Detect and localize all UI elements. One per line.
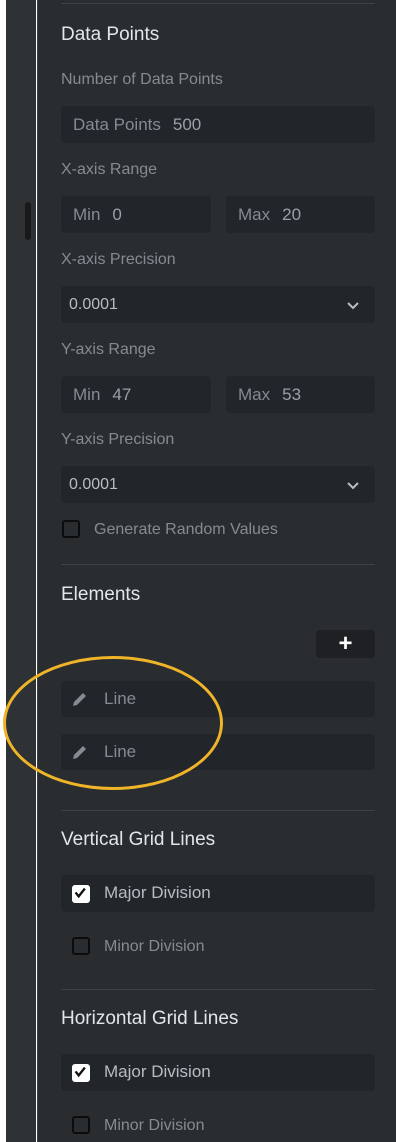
x-axis-precision-label: X-axis Precision [61,251,176,268]
element-item-line[interactable]: Line [61,681,375,717]
chevron-down-icon [347,302,359,310]
data-points-input-label: Data Points [73,114,161,134]
x-precision-value: 0.0001 [69,295,118,313]
vertical-minor-division-label: Minor Division [104,938,205,955]
section-title-elements: Elements [61,584,141,605]
x-max-value: 20 [282,204,302,224]
horizontal-major-division-label: Major Division [104,1062,211,1081]
left-rail [6,0,36,1142]
checkmark-icon [74,887,86,899]
divider [61,564,375,565]
horizontal-major-division-row[interactable]: Major Division [61,1054,375,1091]
element-item-line[interactable]: Line [61,734,375,770]
element-item-label: Line [104,689,137,708]
divider [61,3,375,4]
y-axis-range-label: Y-axis Range [61,341,156,358]
element-item-label: Line [104,742,137,761]
plus-icon: + [338,630,353,657]
x-min-label: Min [73,204,101,224]
y-min-label: Min [73,384,101,404]
chevron-down-icon [347,482,359,490]
x-min-value: 0 [112,204,122,224]
vertical-major-division-checkbox[interactable] [72,885,90,903]
divider [61,810,375,811]
vertical-major-division-row[interactable]: Major Division [61,875,375,912]
y-axis-precision-label: Y-axis Precision [61,431,175,448]
y-min-input[interactable]: Min 47 [61,376,211,413]
horizontal-minor-division-label: Minor Division [104,1117,205,1134]
vertical-minor-division-checkbox[interactable] [72,937,90,955]
generate-random-values-checkbox[interactable] [62,520,80,538]
horizontal-minor-division-checkbox[interactable] [72,1116,90,1134]
section-title-vertical-grid-lines: Vertical Grid Lines [61,829,216,850]
section-title-horizontal-grid-lines: Horizontal Grid Lines [61,1008,239,1029]
y-min-value: 47 [112,384,132,404]
number-of-data-points-label: Number of Data Points [61,71,223,88]
section-title-data-points: Data Points [61,24,160,45]
add-element-button[interactable]: + [316,630,375,658]
y-max-label: Max [238,384,271,404]
y-precision-select[interactable]: 0.0001 [61,466,375,503]
x-precision-select[interactable]: 0.0001 [61,286,375,323]
checkmark-icon [74,1066,86,1078]
x-max-input[interactable]: Max 20 [226,196,375,233]
horizontal-major-division-checkbox[interactable] [72,1064,90,1082]
pencil-icon[interactable] [71,743,89,761]
pencil-icon[interactable] [71,690,89,708]
y-precision-value: 0.0001 [69,475,118,493]
x-max-label: Max [238,204,271,224]
vertical-major-division-label: Major Division [104,883,211,902]
scroll-handle[interactable] [25,202,31,240]
divider [61,989,375,990]
y-max-value: 53 [282,384,302,404]
data-points-input[interactable]: Data Points 500 [61,106,375,143]
generate-random-values-label: Generate Random Values [94,521,278,538]
x-min-input[interactable]: Min 0 [61,196,211,233]
y-max-input[interactable]: Max 53 [226,376,375,413]
data-points-input-value: 500 [172,114,202,134]
x-axis-range-label: X-axis Range [61,161,158,178]
